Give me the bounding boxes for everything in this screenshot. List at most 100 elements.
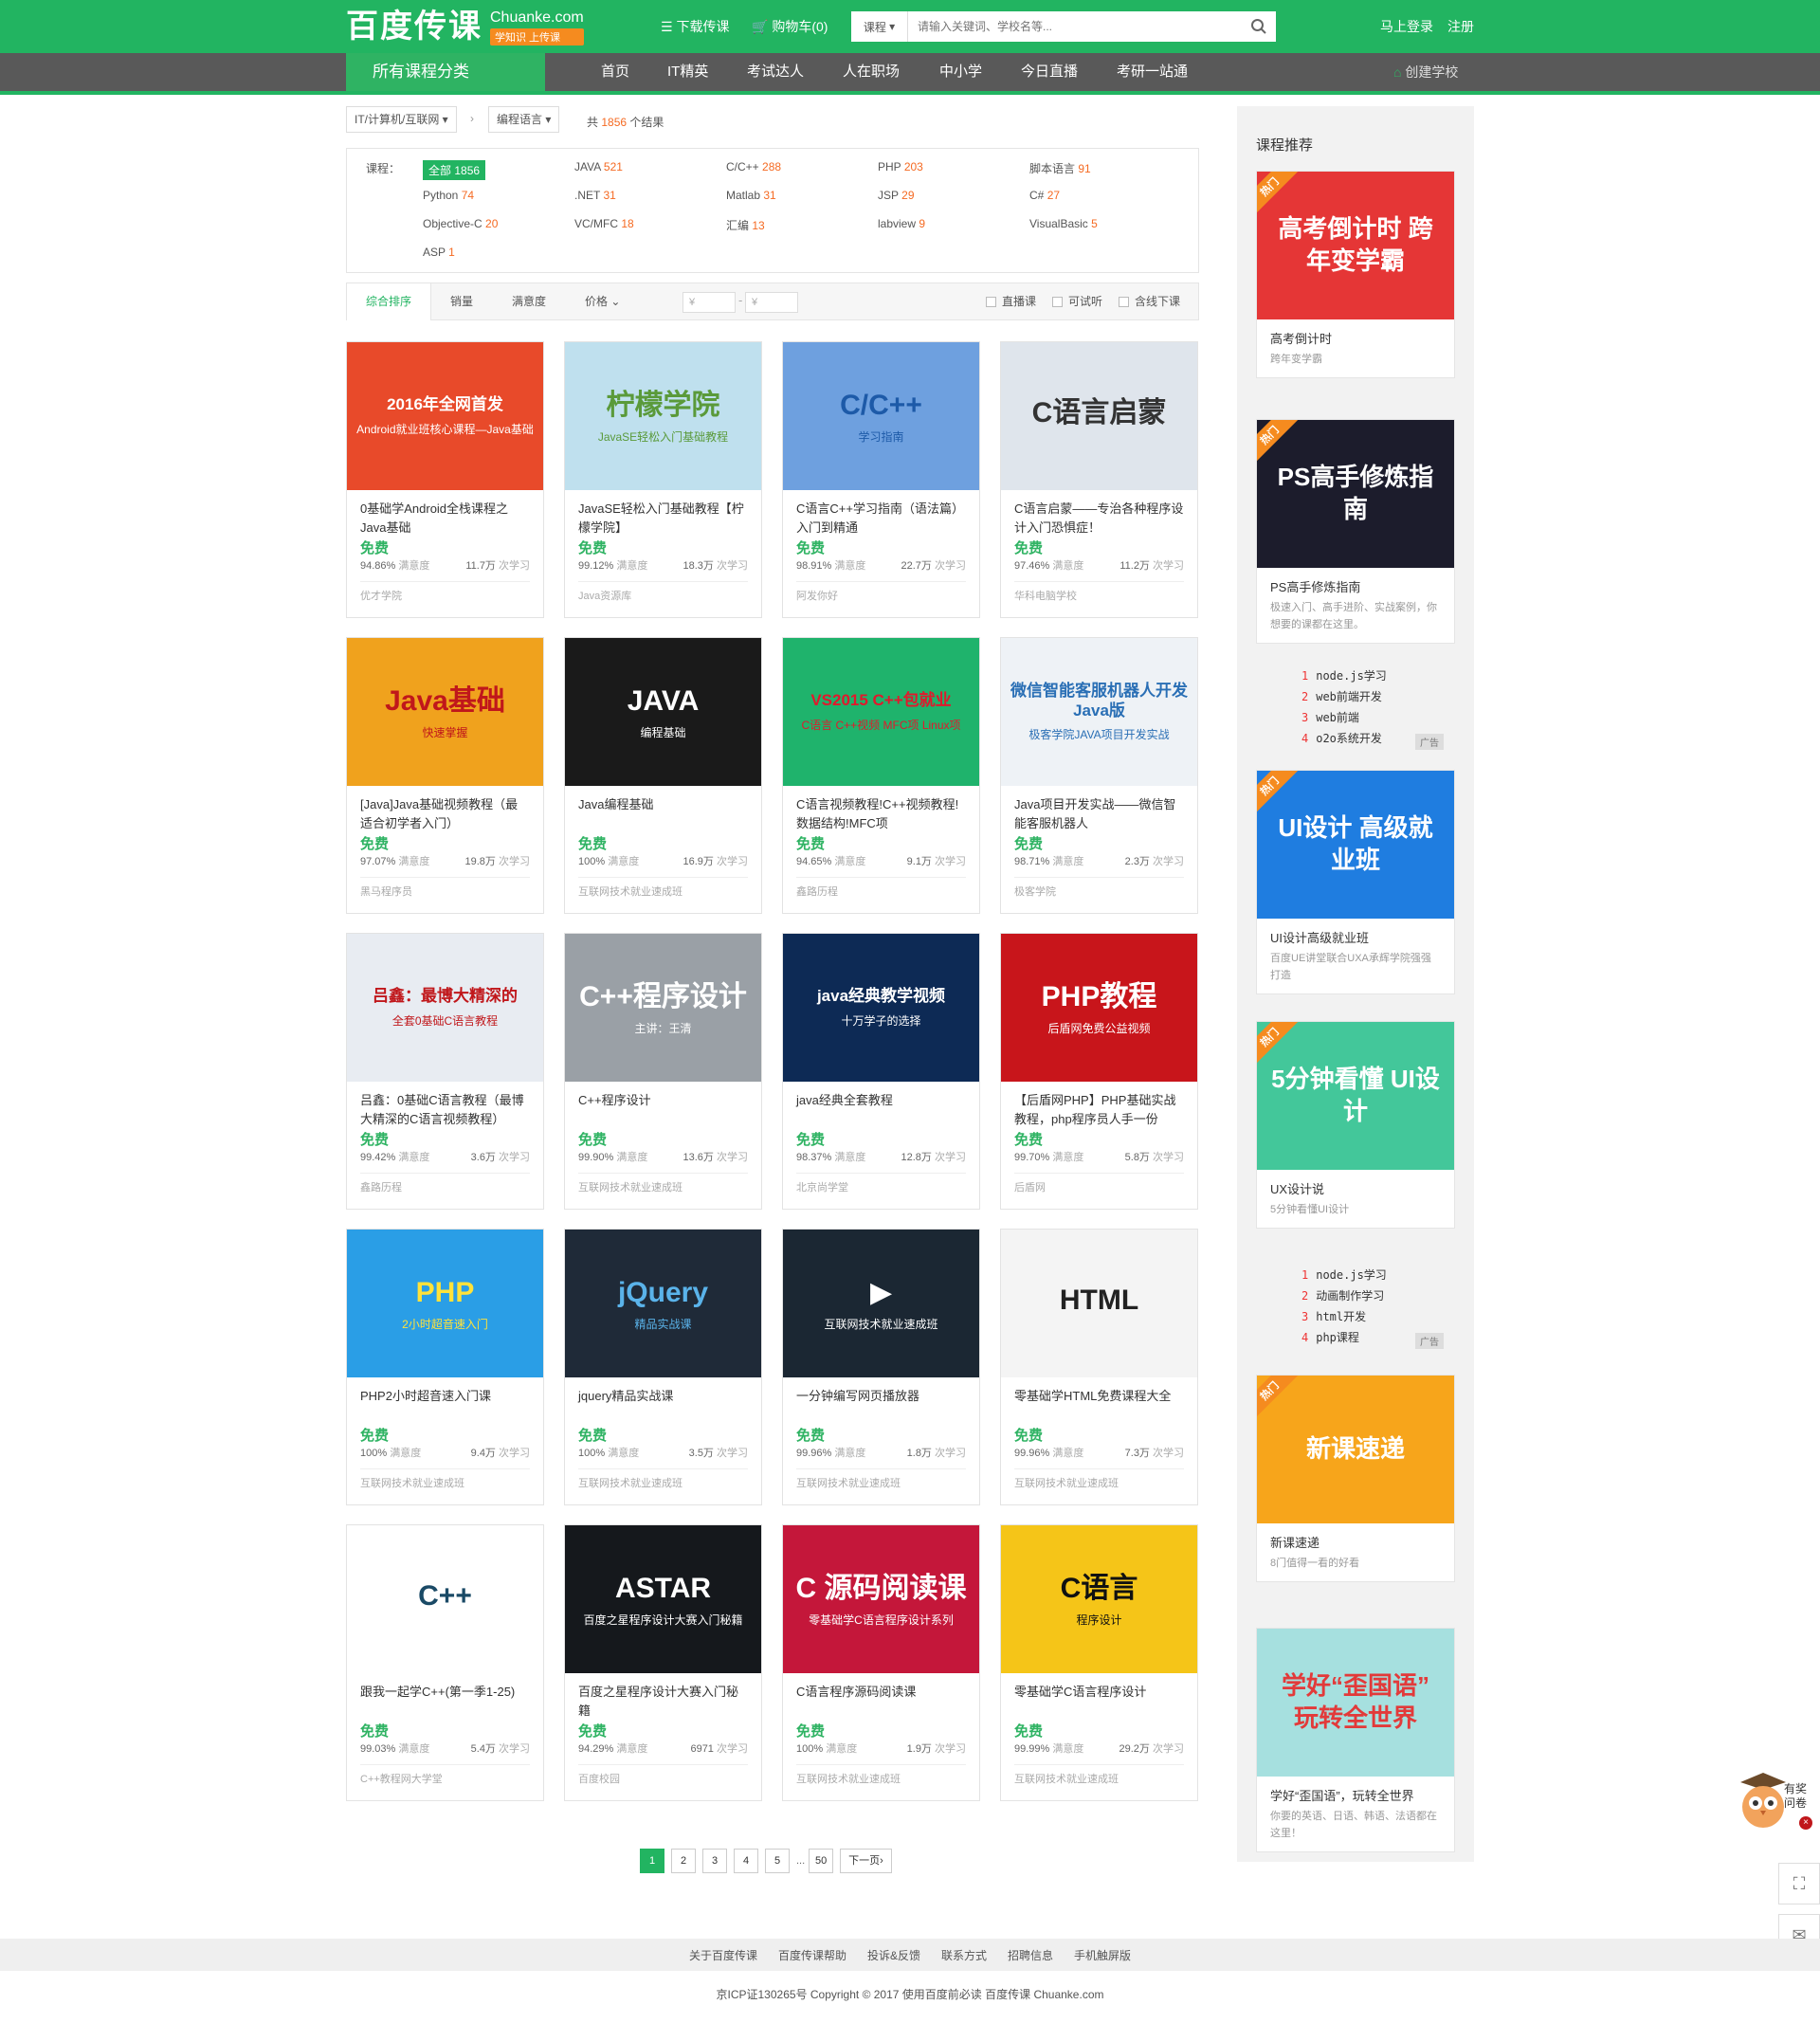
course-title[interactable]: Java项目开发实战——微信智能客服机器人 [1001,786,1197,831]
hot-search-item[interactable]: 3 html开发 [1301,1306,1394,1327]
course-card[interactable]: PHP 2小时超音速入门 PHP2小时超音速入门课 免费 100% 满意度 9.4万 次学… [346,1229,544,1505]
course-thumbnail[interactable]: C语言启蒙 [1001,342,1197,490]
footer-link[interactable]: 手机触屏版 [1074,1947,1131,1963]
recommend-title[interactable]: UI设计高级就业班 [1257,919,1454,946]
course-school[interactable]: 鑫路历程 [796,877,966,899]
course-card[interactable]: C语言启蒙 C语言启蒙——专治各种程序设计入门恐惧症！ 免费 97.46% 满意度 11… [1000,341,1198,618]
search-input[interactable] [908,12,1242,41]
course-title[interactable]: 零基础学HTML免费课程大全 [1001,1377,1197,1423]
course-card[interactable]: jQuery 精品实战课 jquery精品实战课 免费 100% 满意度 3.5万 次学习… [564,1229,762,1505]
page-5[interactable]: 5 [765,1849,790,1873]
course-card[interactable]: 吕鑫：最博大精深的 全套0基础C语言教程 吕鑫：0基础C语言教程（最博大精深的C语言… [346,933,544,1210]
page-3[interactable]: 3 [702,1849,727,1873]
course-school[interactable]: 互联网技术就业速成班 [578,877,748,899]
course-school[interactable]: Java资源库 [578,581,748,603]
recommend-title[interactable]: 高考倒计时 [1257,319,1454,347]
course-school[interactable]: 鑫路历程 [360,1173,530,1194]
course-card[interactable]: C语言 程序设计 零基础学C语言程序设计 免费 99.99% 满意度 29.2万 次学习互… [1000,1524,1198,1801]
course-title[interactable]: [Java]Java基础视频教程（最适合初学者入门） [347,786,543,831]
footer-link[interactable]: 关于百度传课 [689,1947,757,1963]
course-card[interactable]: Java基础 快速掌握 [Java]Java基础视频教程（最适合初学者入门） 免费 97… [346,637,544,914]
course-thumbnail[interactable]: VS2015 C++包就业 C语言 C++视频 MFC项 Linux项 [783,638,979,786]
filter-option[interactable]: labview 9 [878,217,925,230]
course-thumbnail[interactable]: JAVA 编程基础 [565,638,761,786]
cart-link[interactable]: 🛒 购物车(0) [752,17,828,36]
course-school[interactable]: 互联网技术就业速成班 [360,1468,530,1490]
filter-live-checkbox[interactable]: 直播课 [986,283,1036,319]
sort-default[interactable]: 综合排序 [347,283,432,320]
course-school[interactable]: 北京尚学堂 [796,1173,966,1194]
recommend-title[interactable]: PS高手修炼指南 [1257,568,1454,595]
course-title[interactable]: C语言C++学习指南（语法篇）入门到精通 [783,490,979,536]
recommend-title[interactable]: 新课速递 [1257,1523,1454,1551]
filter-option[interactable]: 全部 1856 [423,160,486,180]
hot-search-item[interactable]: 2 web前端开发 [1301,686,1394,707]
register-link[interactable]: 注册 [1447,17,1474,36]
course-card[interactable]: PHP教程 后盾网免费公益视频 【后盾网PHP】PHP基础实战教程，php程序员人手… [1000,933,1198,1210]
filter-option[interactable]: .NET 31 [574,189,616,202]
sort-price[interactable]: 价格 ⌄ [585,283,620,319]
course-school[interactable]: 互联网技术就业速成班 [796,1764,966,1786]
course-title[interactable]: jquery精品实战课 [565,1377,761,1423]
page-2[interactable]: 2 [671,1849,696,1873]
search-category-select[interactable]: 课程 ▾ [851,11,908,42]
course-school[interactable]: 黑马程序员 [360,877,530,899]
course-school[interactable]: 极客学院 [1014,877,1184,899]
recommend-card[interactable]: 学好“歪国语” 玩转全世界 学好“歪国语”，玩转全世界 你要的英语、日语、韩语、法语… [1256,1628,1455,1852]
course-school[interactable]: 百度校园 [578,1764,748,1786]
course-card[interactable]: JAVA 编程基础 Java编程基础 免费 100% 满意度 16.9万 次学习 互联网技术… [564,637,762,914]
next-page-button[interactable]: 下一页› [840,1849,892,1873]
course-card[interactable]: C++程序设计 主讲：王清 C++程序设计 免费 99.90% 满意度 13.6万 次学习… [564,933,762,1210]
course-school[interactable]: 优才学院 [360,581,530,603]
recommend-card[interactable]: 热门 PS高手修炼指南 PS高手修炼指南 极速入门、高手进阶、实战案例，你想要的课都在… [1256,419,1455,644]
course-thumbnail[interactable]: C++程序设计 主讲：王清 [565,934,761,1082]
course-card[interactable]: ASTAR 百度之星程序设计大赛入门秘籍 百度之星程序设计大赛入门秘籍 免费 94.29… [564,1524,762,1801]
footer-link[interactable]: 投诉&反馈 [867,1947,920,1963]
page-1[interactable]: 1 [640,1849,664,1873]
filter-option[interactable]: C/C++ 288 [726,160,781,173]
course-thumbnail[interactable]: PHP教程 后盾网免费公益视频 [1001,934,1197,1082]
recommend-image[interactable]: 热门 5分钟看懂 UI设计 [1257,1022,1454,1170]
course-school[interactable]: 互联网技术就业速成班 [578,1173,748,1194]
course-school[interactable]: 互联网技术就业速成班 [578,1468,748,1490]
filter-option[interactable]: 脚本语言 91 [1029,160,1091,176]
course-thumbnail[interactable]: ASTAR 百度之星程序设计大赛入门秘籍 [565,1525,761,1673]
recommend-image[interactable]: 热门 新课速递 [1257,1376,1454,1523]
footer-link[interactable]: 招聘信息 [1008,1947,1053,1963]
course-thumbnail[interactable]: 柠檬学院 JavaSE轻松入门基础教程 [565,342,761,490]
course-school[interactable]: 华科电脑学校 [1014,581,1184,603]
filter-option[interactable]: JSP 29 [878,189,915,202]
hot-search-item[interactable]: 4 o2o系统开发 [1301,728,1394,749]
footer-link[interactable]: 百度传课帮助 [778,1947,846,1963]
filter-option[interactable]: ASP 1 [423,246,455,259]
hot-search-item[interactable]: 2 动画制作学习 [1301,1285,1394,1306]
sort-satisfaction[interactable]: 满意度 [512,283,546,319]
course-thumbnail[interactable]: Java基础 快速掌握 [347,638,543,786]
filter-option[interactable]: Objective-C 20 [423,217,498,230]
filter-trial-checkbox[interactable]: 可试听 [1052,283,1102,319]
course-school[interactable]: 互联网技术就业速成班 [796,1468,966,1490]
hot-search-item[interactable]: 1 node.js学习 [1301,1265,1394,1285]
create-school-link[interactable]: ⌂ 创建学校 [1393,53,1458,91]
scan-button[interactable]: ⛶ [1778,1863,1820,1905]
filter-option[interactable]: VisualBasic 5 [1029,217,1098,230]
logo[interactable]: 百度传课 Chuanke.com 学知识 上传课 [346,8,584,46]
recommend-image[interactable]: 热门 高考倒计时 跨年变学霸 [1257,172,1454,319]
course-thumbnail[interactable]: PHP 2小时超音速入门 [347,1230,543,1377]
course-card[interactable]: 2016年全网首发 Android就业班核心课程—Java基础 0基础学Androi… [346,341,544,618]
search-button[interactable] [1242,12,1276,41]
nav-item-home[interactable]: 首页 [601,53,629,91]
course-title[interactable]: 跟我一起学C++(第一季1-25) [347,1673,543,1719]
download-link[interactable]: ☰ 下载传课 [661,17,729,36]
page-4[interactable]: 4 [734,1849,758,1873]
login-link[interactable]: 马上登录 [1380,17,1433,36]
course-school[interactable]: 阿发你好 [796,581,966,603]
sort-sales[interactable]: 销量 [450,283,473,319]
price-max-input[interactable]: ¥ [745,292,798,313]
course-title[interactable]: 零基础学C语言程序设计 [1001,1673,1197,1719]
course-title[interactable]: PHP2小时超音速入门课 [347,1377,543,1423]
category-select-1[interactable]: IT/计算机/互联网 ▾ [346,106,457,133]
course-title[interactable]: 0基础学Android全栈课程之Java基础 [347,490,543,536]
course-title[interactable]: C语言启蒙——专治各种程序设计入门恐惧症！ [1001,490,1197,536]
hot-search-item[interactable]: 3 web前端 [1301,707,1394,728]
